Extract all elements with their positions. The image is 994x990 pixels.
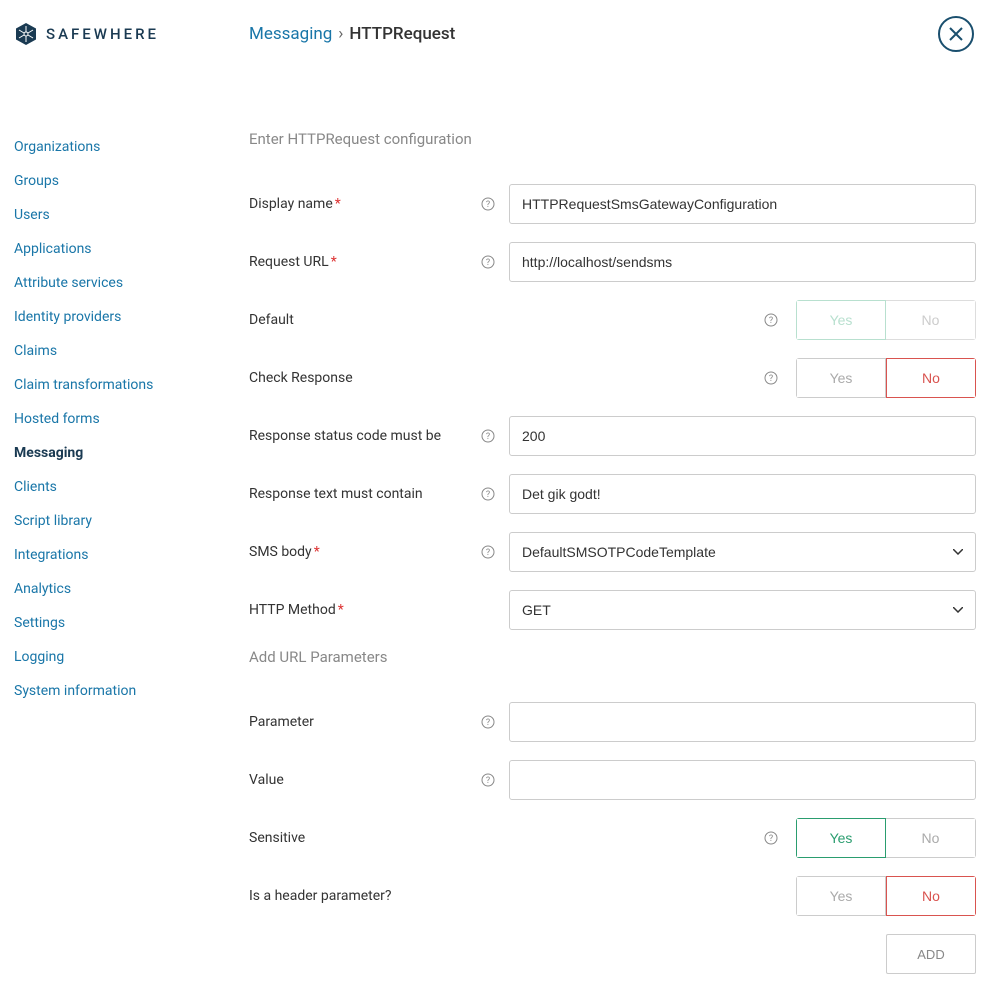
value-input[interactable] (509, 760, 976, 800)
svg-text:?: ? (486, 258, 490, 268)
add-button[interactable]: ADD (886, 934, 976, 974)
chevron-right-icon: › (338, 24, 343, 44)
response-text-label: Response text must contain (249, 486, 481, 502)
response-text-input[interactable] (509, 474, 976, 514)
sidebar: OrganizationsGroupsUsersApplicationsAttr… (14, 68, 249, 974)
is-header-toggle: Yes No (796, 876, 976, 916)
breadcrumb-parent[interactable]: Messaging (249, 24, 332, 44)
svg-text:?: ? (769, 374, 773, 384)
sidebar-item-settings[interactable]: Settings (14, 606, 249, 640)
sidebar-item-groups[interactable]: Groups (14, 164, 249, 198)
svg-text:?: ? (486, 200, 490, 210)
request-url-label: Request URL* (249, 254, 481, 270)
parameter-input[interactable] (509, 702, 976, 742)
sidebar-item-logging[interactable]: Logging (14, 640, 249, 674)
logo-text: SAFEWHERE (46, 25, 159, 43)
logo: SAFEWHERE (14, 22, 159, 46)
sidebar-item-identity-providers[interactable]: Identity providers (14, 300, 249, 334)
breadcrumb: Messaging › HTTPRequest (249, 24, 455, 44)
sidebar-item-script-library[interactable]: Script library (14, 504, 249, 538)
sms-body-label: SMS body* (249, 544, 481, 560)
svg-text:?: ? (486, 490, 490, 500)
svg-text:?: ? (486, 432, 490, 442)
sidebar-item-hosted-forms[interactable]: Hosted forms (14, 402, 249, 436)
svg-text:?: ? (486, 776, 490, 786)
sensitive-label: Sensitive (249, 830, 481, 846)
display-name-input[interactable] (509, 184, 976, 224)
request-url-input[interactable] (509, 242, 976, 282)
sensitive-no-button[interactable]: No (886, 818, 976, 858)
svg-text:?: ? (486, 548, 490, 558)
logo-icon (14, 22, 38, 46)
svg-text:?: ? (769, 834, 773, 844)
default-toggle: Yes No (796, 300, 976, 340)
sidebar-item-claims[interactable]: Claims (14, 334, 249, 368)
svg-text:?: ? (769, 316, 773, 326)
parameter-label: Parameter (249, 714, 481, 730)
help-icon[interactable]: ? (481, 715, 495, 729)
help-icon[interactable]: ? (764, 313, 778, 327)
sidebar-item-integrations[interactable]: Integrations (14, 538, 249, 572)
section-title-config: Enter HTTPRequest configuration (249, 130, 976, 148)
sensitive-toggle: Yes No (796, 818, 976, 858)
help-icon[interactable]: ? (481, 487, 495, 501)
check-response-yes-button[interactable]: Yes (796, 358, 886, 398)
help-icon[interactable]: ? (764, 831, 778, 845)
response-status-label: Response status code must be (249, 428, 481, 444)
value-label: Value (249, 772, 481, 788)
sensitive-yes-button[interactable]: Yes (796, 818, 886, 858)
help-icon[interactable]: ? (481, 197, 495, 211)
default-yes-button[interactable]: Yes (796, 300, 886, 340)
section-title-params: Add URL Parameters (249, 648, 976, 666)
sidebar-item-messaging[interactable]: Messaging (14, 436, 249, 470)
check-response-toggle: Yes No (796, 358, 976, 398)
sidebar-item-users[interactable]: Users (14, 198, 249, 232)
check-response-no-button[interactable]: No (886, 358, 976, 398)
sidebar-item-analytics[interactable]: Analytics (14, 572, 249, 606)
sidebar-item-clients[interactable]: Clients (14, 470, 249, 504)
response-status-input[interactable] (509, 416, 976, 456)
display-name-label: Display name* (249, 196, 481, 212)
help-icon[interactable]: ? (481, 545, 495, 559)
sidebar-item-system-information[interactable]: System information (14, 674, 249, 708)
svg-text:?: ? (486, 718, 490, 728)
sms-body-select[interactable]: DefaultSMSOTPCodeTemplate (509, 532, 976, 572)
is-header-yes-button[interactable]: Yes (796, 876, 886, 916)
help-icon[interactable]: ? (481, 773, 495, 787)
sidebar-item-organizations[interactable]: Organizations (14, 130, 249, 164)
check-response-label: Check Response (249, 370, 481, 386)
help-icon[interactable]: ? (481, 255, 495, 269)
main-content: Enter HTTPRequest configuration Display … (249, 68, 980, 974)
sidebar-item-applications[interactable]: Applications (14, 232, 249, 266)
sidebar-item-claim-transformations[interactable]: Claim transformations (14, 368, 249, 402)
http-method-label: HTTP Method* (249, 602, 481, 618)
help-icon[interactable]: ? (764, 371, 778, 385)
default-label: Default (249, 312, 481, 328)
default-no-button[interactable]: No (886, 300, 976, 340)
help-icon[interactable]: ? (481, 429, 495, 443)
close-icon (948, 26, 964, 42)
sidebar-item-attribute-services[interactable]: Attribute services (14, 266, 249, 300)
close-button[interactable] (938, 16, 974, 52)
http-method-select[interactable]: GET (509, 590, 976, 630)
is-header-label: Is a header parameter? (249, 888, 481, 904)
is-header-no-button[interactable]: No (886, 876, 976, 916)
breadcrumb-current: HTTPRequest (349, 24, 455, 44)
